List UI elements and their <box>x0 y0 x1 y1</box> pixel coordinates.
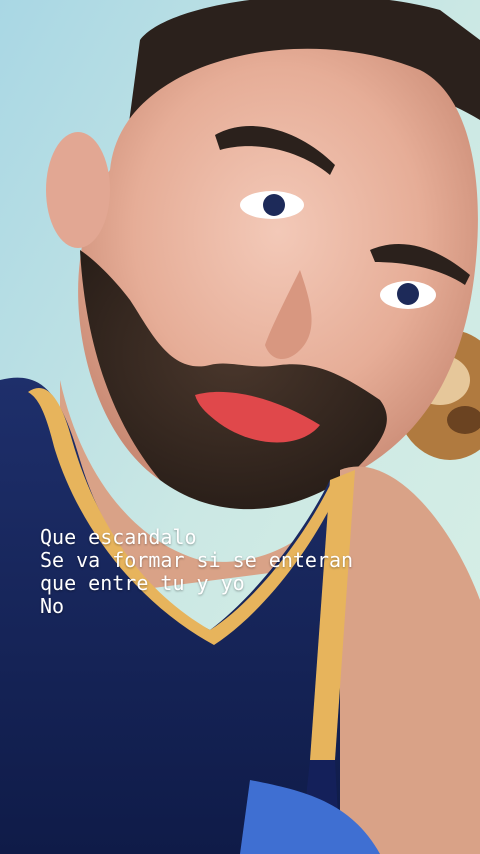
story-caption: Que escandalo Se va formar si se enteran… <box>40 526 460 618</box>
caption-line: que entre tu y yo <box>40 571 245 595</box>
caption-line: Se va formar si se enteran <box>40 548 354 572</box>
story-photo <box>0 0 480 854</box>
caption-line: Que escandalo <box>40 525 197 549</box>
caption-line: No <box>40 594 65 618</box>
story-view[interactable]: Que escandalo Se va formar si se enteran… <box>0 0 480 854</box>
